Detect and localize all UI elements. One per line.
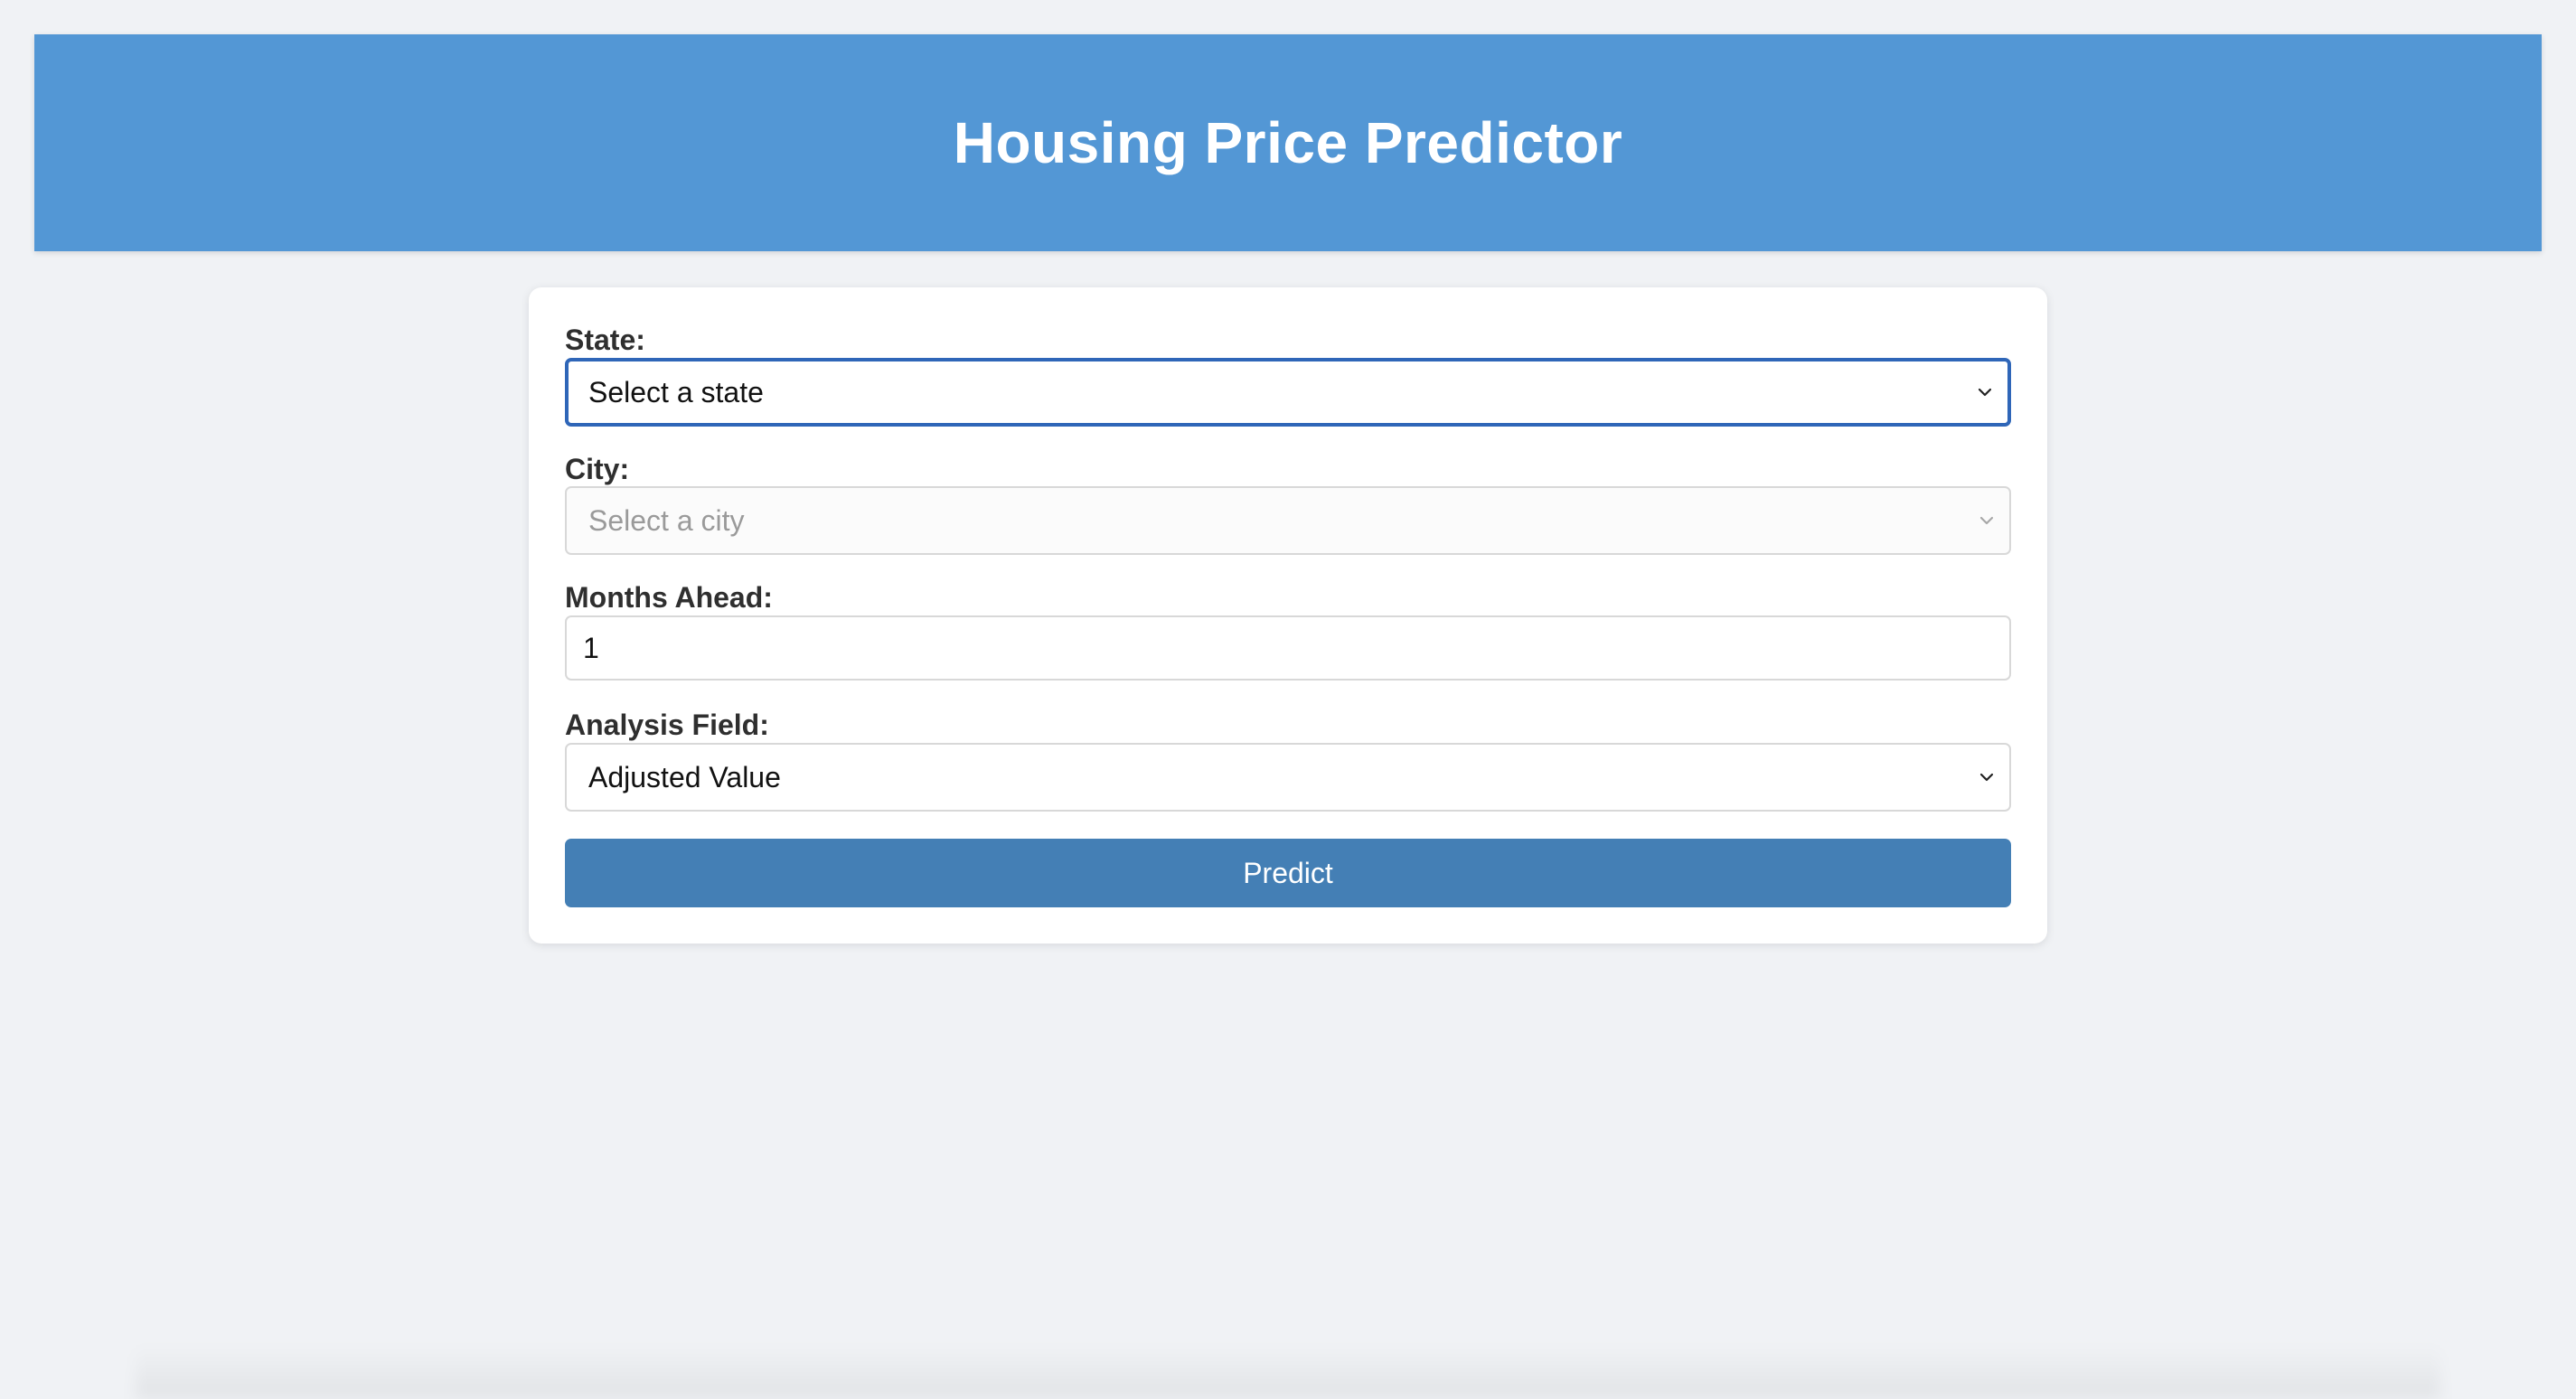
chevron-down-icon [1977, 767, 1997, 787]
months-ahead-label: Months Ahead: [565, 581, 773, 614]
analysis-field-select-value: Adjusted Value [588, 760, 781, 793]
chevron-down-icon [1975, 382, 1995, 402]
months-ahead-value: 1 [583, 631, 599, 664]
state-label: State: [565, 324, 645, 356]
prediction-form: State: Select a state City: Select a cit… [529, 287, 2047, 944]
page-header: Housing Price Predictor [34, 34, 2542, 251]
predict-button[interactable]: Predict [565, 839, 2011, 907]
chevron-down-icon [1977, 511, 1997, 530]
page-title: Housing Price Predictor [953, 110, 1623, 175]
city-select[interactable]: Select a city [565, 486, 2011, 555]
state-select[interactable]: Select a state [565, 358, 2011, 427]
analysis-field-select[interactable]: Adjusted Value [565, 743, 2011, 812]
months-ahead-input[interactable]: 1 [565, 615, 2011, 681]
city-select-value: Select a city [588, 503, 745, 537]
city-label: City: [565, 453, 630, 485]
analysis-field-label: Analysis Field: [565, 709, 769, 741]
state-select-value: Select a state [588, 375, 764, 408]
bottom-shadow [136, 1345, 2440, 1399]
